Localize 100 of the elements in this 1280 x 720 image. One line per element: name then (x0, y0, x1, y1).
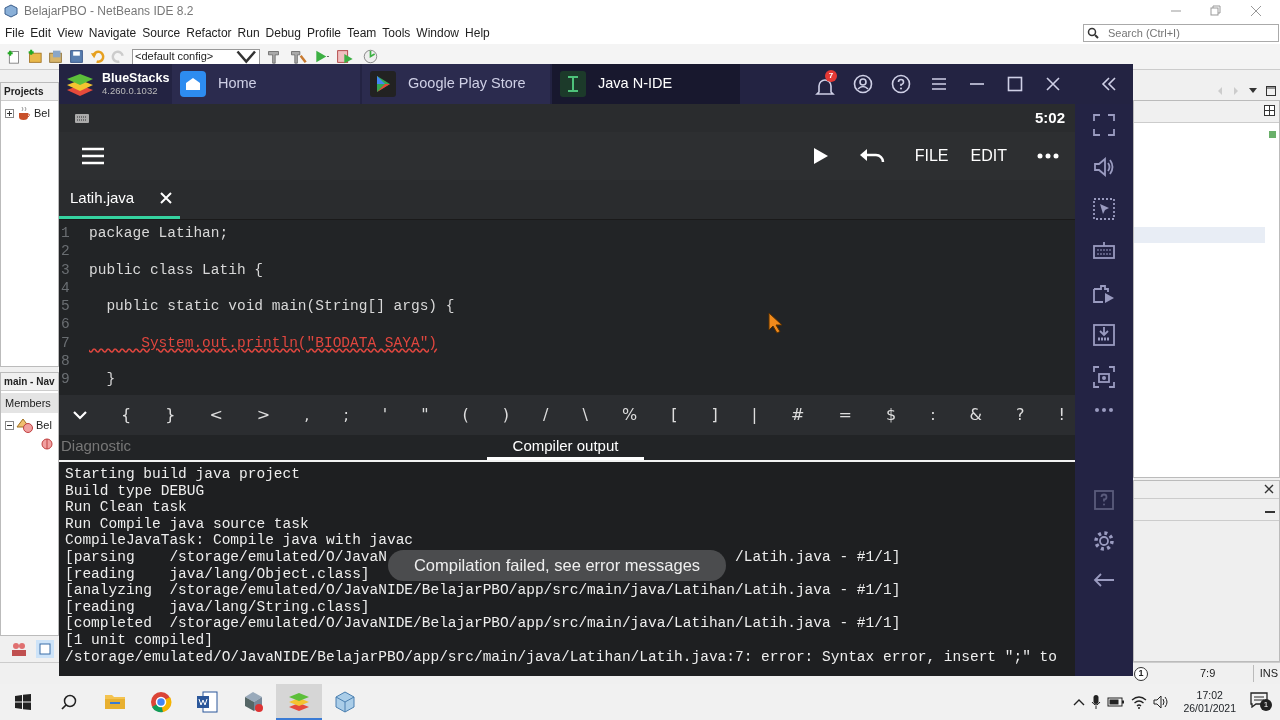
save-all-icon[interactable] (69, 49, 84, 64)
output-line: Build type DEBUG (65, 482, 205, 500)
collapse-icon[interactable] (5, 420, 14, 430)
symbol-key[interactable]: ? (1016, 403, 1025, 427)
symbol-key[interactable]: ] (711, 403, 718, 427)
copy-play-icon[interactable] (1093, 282, 1115, 304)
volume-icon[interactable] (1153, 695, 1170, 709)
square-toggle-icon[interactable] (36, 640, 54, 659)
symbol-key[interactable]: { (121, 403, 132, 427)
minimize-icon[interactable] (1265, 510, 1275, 514)
menu-item[interactable]: File (2, 24, 28, 42)
stacked-layers-icon[interactable] (288, 690, 310, 712)
code-editor[interactable]: 1 package Latihan; 2 3 public class Latih { 4 5 public static void main(String[] args) { 6 7 System.out.println("BIODATA SAYA") 8 9 } (59, 220, 1075, 395)
symbol-key[interactable]: ; (343, 403, 349, 427)
symbol-key[interactable]: | (751, 403, 758, 427)
tree-item[interactable]: Bel (34, 105, 50, 122)
symbol-key[interactable]: # (791, 403, 805, 427)
output-tab[interactable]: Diagnostic (59, 435, 487, 460)
account-icon[interactable] (853, 74, 873, 94)
menu-action[interactable]: FILE (914, 144, 949, 168)
wifi-icon[interactable] (1131, 695, 1148, 709)
symbol-key[interactable]: : (930, 403, 936, 427)
config-dropdown[interactable]: <default config> (132, 48, 260, 65)
menu-item[interactable]: Help (462, 24, 493, 42)
notification-count: 1 (1260, 699, 1272, 711)
line-number: 6 (60, 315, 71, 334)
taskbar-time[interactable]: 17:02 (1196, 689, 1223, 702)
file-tab[interactable]: Latih.java (59, 180, 181, 219)
install-download-icon[interactable] (1093, 324, 1115, 346)
symbol-key[interactable]: ! (1058, 403, 1065, 427)
start-icon[interactable] (15, 694, 31, 710)
maximize-icon[interactable] (1005, 74, 1025, 94)
menu-item[interactable]: Navigate (85, 24, 140, 42)
notification-bubble[interactable]: 1 (1134, 666, 1148, 681)
back-arrow-icon[interactable] (1093, 572, 1115, 588)
window-tab[interactable]: Java N-IDE (552, 64, 740, 104)
filter-people-icon[interactable] (10, 641, 28, 658)
maximize-icon[interactable] (1266, 86, 1276, 96)
pointer-select-icon[interactable] (1093, 198, 1115, 220)
menu-item[interactable]: Profile (304, 24, 344, 42)
document-app-icon[interactable] (196, 691, 218, 713)
symbol-key[interactable]: [ (671, 403, 678, 427)
open-folder-icon[interactable] (48, 49, 63, 64)
window-tab[interactable]: Home (172, 64, 360, 104)
undo-icon[interactable] (858, 147, 885, 165)
symbol-key[interactable]: > (256, 403, 271, 427)
symbol-key[interactable]: ' (382, 403, 388, 427)
app-window-icon[interactable] (242, 691, 264, 713)
settings-icon[interactable] (1093, 530, 1115, 552)
menu-item[interactable]: Window (413, 24, 463, 42)
clean-build-icon[interactable] (288, 49, 307, 64)
bell-icon[interactable] (815, 76, 835, 97)
menu-item[interactable]: Refactor (183, 24, 235, 42)
symbol-key[interactable]: " (421, 403, 429, 427)
volume-icon[interactable] (1093, 156, 1115, 178)
symbol-key[interactable]: \ (582, 403, 588, 427)
symbol-key[interactable]: } (165, 403, 176, 427)
status-ok-icon (1269, 131, 1276, 138)
menu-item[interactable]: Source (139, 24, 184, 42)
symbol-key[interactable]: / (543, 403, 549, 427)
cube-icon[interactable] (334, 691, 356, 713)
run-icon[interactable] (812, 147, 829, 165)
symbol-key[interactable]: $ (885, 403, 897, 427)
taskbar-date[interactable]: 26/01/2021 (1183, 702, 1236, 715)
symbol-key[interactable]: % (621, 403, 638, 427)
more-icon[interactable] (1037, 153, 1059, 159)
chevron-up-icon[interactable] (1073, 698, 1086, 706)
dropdown-icon[interactable] (1248, 87, 1258, 95)
search-field[interactable]: Search (Ctrl+I) (1083, 24, 1279, 42)
split-icon[interactable] (1264, 105, 1275, 116)
screenshot-icon[interactable] (1093, 366, 1115, 388)
menu-item[interactable]: Team (344, 24, 380, 42)
search-icon[interactable] (61, 694, 77, 710)
new-project-icon[interactable] (27, 49, 42, 64)
menu-item[interactable]: Edit (27, 24, 55, 42)
battery-icon[interactable] (1107, 696, 1126, 708)
menu-item[interactable]: Debug (262, 24, 304, 42)
browser-icon[interactable] (150, 691, 172, 713)
menu-item[interactable]: Run (234, 24, 263, 42)
symbol-key[interactable]: < (209, 403, 223, 427)
symbol-key[interactable]: ) (502, 403, 510, 427)
symbol-key[interactable]: & (969, 403, 982, 427)
keyboard-icon[interactable] (1093, 240, 1115, 262)
symbol-key[interactable]: = (838, 403, 852, 427)
symbol-key[interactable]: , (304, 403, 310, 427)
tree-item[interactable]: Bel (36, 417, 52, 434)
new-file-icon[interactable] (6, 49, 21, 64)
close-icon[interactable] (1264, 484, 1274, 494)
window-tab[interactable]: Google Play Store (362, 64, 550, 104)
more-icon[interactable] (1095, 408, 1113, 412)
notification-center-icon[interactable] (1250, 692, 1268, 709)
expand-icon[interactable] (5, 108, 14, 118)
fullscreen-icon[interactable] (1093, 114, 1115, 136)
menu-item[interactable]: Tools (379, 24, 414, 42)
menu-icon[interactable] (81, 146, 105, 166)
menu-item[interactable]: View (54, 24, 86, 42)
chevron-down-icon[interactable] (73, 410, 87, 420)
symbol-key[interactable]: ( (462, 403, 469, 427)
menu-action[interactable]: EDIT (970, 144, 1007, 168)
microphone-icon[interactable] (1091, 694, 1102, 710)
